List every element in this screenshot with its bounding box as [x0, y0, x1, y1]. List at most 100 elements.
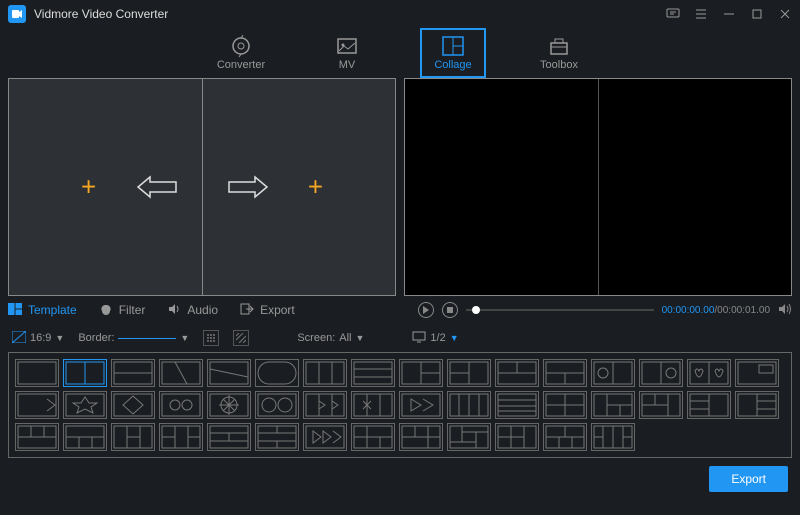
monitor-icon [412, 331, 426, 346]
minimize-button[interactable] [722, 7, 736, 21]
nav-mv[interactable]: MV [314, 28, 380, 78]
titlebar: Vidmore Video Converter [0, 0, 800, 28]
template-item[interactable] [495, 391, 539, 419]
workspace: + + [0, 78, 800, 296]
aspect-ratio-select[interactable]: 16:9 ▼ [12, 331, 64, 346]
nav-converter[interactable]: Converter [208, 28, 274, 78]
sub-tabs: Template Filter Audio Export 00:00:00.00… [0, 296, 800, 324]
template-item[interactable] [447, 423, 491, 451]
template-item[interactable] [255, 359, 299, 387]
template-item[interactable] [495, 423, 539, 451]
template-item[interactable] [111, 391, 155, 419]
template-item[interactable] [399, 423, 443, 451]
template-item[interactable] [303, 359, 347, 387]
template-item[interactable] [303, 391, 347, 419]
border-option[interactable]: Border: ▼ [78, 332, 189, 344]
template-item[interactable] [639, 359, 683, 387]
chevron-down-icon: ▼ [356, 333, 365, 343]
converter-icon [230, 35, 252, 57]
time-elapsed: 00:00:00.00 [662, 305, 715, 316]
template-item[interactable] [207, 359, 251, 387]
template-item[interactable] [255, 423, 299, 451]
tab-template[interactable]: Template [8, 303, 77, 318]
template-item[interactable] [111, 359, 155, 387]
border-hatch-button[interactable] [233, 330, 249, 346]
template-item[interactable] [303, 423, 347, 451]
template-item[interactable] [63, 423, 107, 451]
template-item[interactable] [255, 391, 299, 419]
template-item[interactable] [159, 391, 203, 419]
template-item[interactable] [159, 359, 203, 387]
screen-select[interactable]: Screen: All ▼ [297, 332, 364, 344]
export-button[interactable]: Export [709, 466, 788, 492]
tab-export[interactable]: Export [240, 303, 295, 318]
arrow-right-icon [227, 175, 269, 199]
preview-cell-left [405, 79, 599, 295]
template-item[interactable] [351, 423, 395, 451]
toolbox-icon [548, 35, 570, 57]
filter-icon [99, 303, 113, 318]
preview-pane [404, 78, 792, 296]
menu-icon[interactable] [694, 7, 708, 21]
add-icon: + [308, 172, 323, 203]
template-item[interactable] [399, 359, 443, 387]
seek-bar[interactable] [466, 309, 654, 311]
template-icon [8, 303, 22, 318]
template-item[interactable] [687, 391, 731, 419]
arrow-left-icon [136, 175, 178, 199]
template-item[interactable] [63, 391, 107, 419]
volume-icon[interactable] [778, 303, 792, 318]
collage-icon [442, 35, 464, 57]
footer: Export [0, 458, 800, 500]
time-total: 00:00:01.00 [717, 305, 770, 316]
player-controls: 00:00:00.00/00:00:01.00 [418, 302, 792, 318]
feedback-icon[interactable] [666, 7, 680, 21]
template-item[interactable] [447, 359, 491, 387]
nav-toolbox[interactable]: Toolbox [526, 28, 592, 78]
tab-filter[interactable]: Filter [99, 303, 146, 318]
audio-icon [167, 303, 181, 318]
seek-handle[interactable] [472, 306, 480, 314]
tab-audio[interactable]: Audio [167, 303, 218, 318]
template-item[interactable] [15, 391, 59, 419]
preview-cell-right [599, 79, 792, 295]
template-item[interactable] [543, 391, 587, 419]
mv-icon [336, 35, 358, 57]
template-item[interactable] [207, 423, 251, 451]
template-item[interactable] [495, 359, 539, 387]
close-button[interactable] [778, 7, 792, 21]
chevron-down-icon: ▼ [55, 333, 64, 343]
template-item[interactable] [735, 391, 779, 419]
template-item[interactable] [735, 359, 779, 387]
template-item[interactable] [591, 359, 635, 387]
template-item[interactable] [63, 359, 107, 387]
template-item[interactable] [207, 391, 251, 419]
edit-cell-left[interactable]: + [9, 79, 203, 295]
template-item[interactable] [351, 391, 395, 419]
options-row: 16:9 ▼ Border: ▼ Screen: All ▼ 1/2 ▼ [0, 324, 800, 352]
stop-button[interactable] [442, 302, 458, 318]
nav-collage[interactable]: Collage [420, 28, 486, 78]
edit-cell-right[interactable]: + [203, 79, 396, 295]
template-item[interactable] [111, 423, 155, 451]
template-item[interactable] [591, 391, 635, 419]
main-nav: Converter MV Collage Toolbox [0, 28, 800, 78]
template-item[interactable] [543, 359, 587, 387]
template-item[interactable] [15, 423, 59, 451]
template-item[interactable] [543, 423, 587, 451]
app-title: Vidmore Video Converter [34, 7, 666, 21]
play-button[interactable] [418, 302, 434, 318]
border-grid-button[interactable] [203, 330, 219, 346]
template-item[interactable] [447, 391, 491, 419]
edit-pane: + + [8, 78, 396, 296]
page-select[interactable]: 1/2 ▼ [412, 331, 458, 346]
template-item[interactable] [399, 391, 443, 419]
template-item[interactable] [639, 391, 683, 419]
maximize-button[interactable] [750, 7, 764, 21]
template-item[interactable] [591, 423, 635, 451]
template-item[interactable] [159, 423, 203, 451]
template-item[interactable] [351, 359, 395, 387]
template-item[interactable] [15, 359, 59, 387]
ratio-icon [12, 331, 26, 346]
template-item[interactable] [687, 359, 731, 387]
